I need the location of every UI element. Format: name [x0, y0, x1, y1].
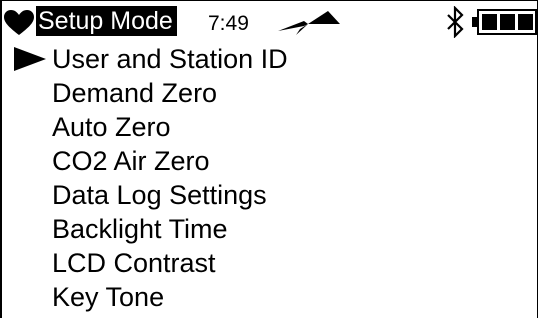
- menu-item-user-and-station-id[interactable]: User and Station ID: [0, 42, 538, 76]
- mode-title: Setup Mode: [38, 7, 173, 35]
- menu-item-auto-zero[interactable]: Auto Zero: [0, 110, 538, 144]
- menu-item-co2-air-zero[interactable]: CO2 Air Zero: [0, 144, 538, 178]
- menu-item-demand-zero[interactable]: Demand Zero: [0, 76, 538, 110]
- menu-item-key-tone[interactable]: Key Tone: [0, 280, 538, 314]
- bluetooth-icon: [447, 6, 464, 38]
- menu-item-label: Data Log Settings: [52, 180, 267, 210]
- menu-item-label: Backlight Time: [52, 214, 228, 244]
- menu-item-label: Demand Zero: [52, 78, 218, 108]
- menu-item-label: LCD Contrast: [52, 248, 216, 278]
- menu-item-label: Auto Zero: [52, 112, 171, 142]
- menu-item-backlight-time[interactable]: Backlight Time: [0, 212, 538, 246]
- heart-icon: [4, 10, 34, 35]
- signal-icon: [278, 11, 340, 35]
- menu-item-data-log-settings[interactable]: Data Log Settings: [0, 178, 538, 212]
- setup-menu: User and Station ID Demand Zero Auto Zer…: [0, 42, 538, 314]
- clock-time: 7:49: [208, 12, 249, 35]
- mode-title-highlight: Setup Mode: [36, 6, 177, 36]
- selection-arrow-icon: [14, 47, 46, 71]
- screen-border-top: [0, 0, 538, 1]
- menu-item-label: User and Station ID: [52, 44, 288, 74]
- menu-item-lcd-contrast[interactable]: LCD Contrast: [0, 246, 538, 280]
- menu-item-label: Key Tone: [52, 282, 165, 312]
- menu-item-label: CO2 Air Zero: [52, 146, 210, 176]
- battery-icon: [472, 9, 537, 35]
- device-screen: Setup Mode 7:49 User and Station ID Dema…: [0, 0, 538, 318]
